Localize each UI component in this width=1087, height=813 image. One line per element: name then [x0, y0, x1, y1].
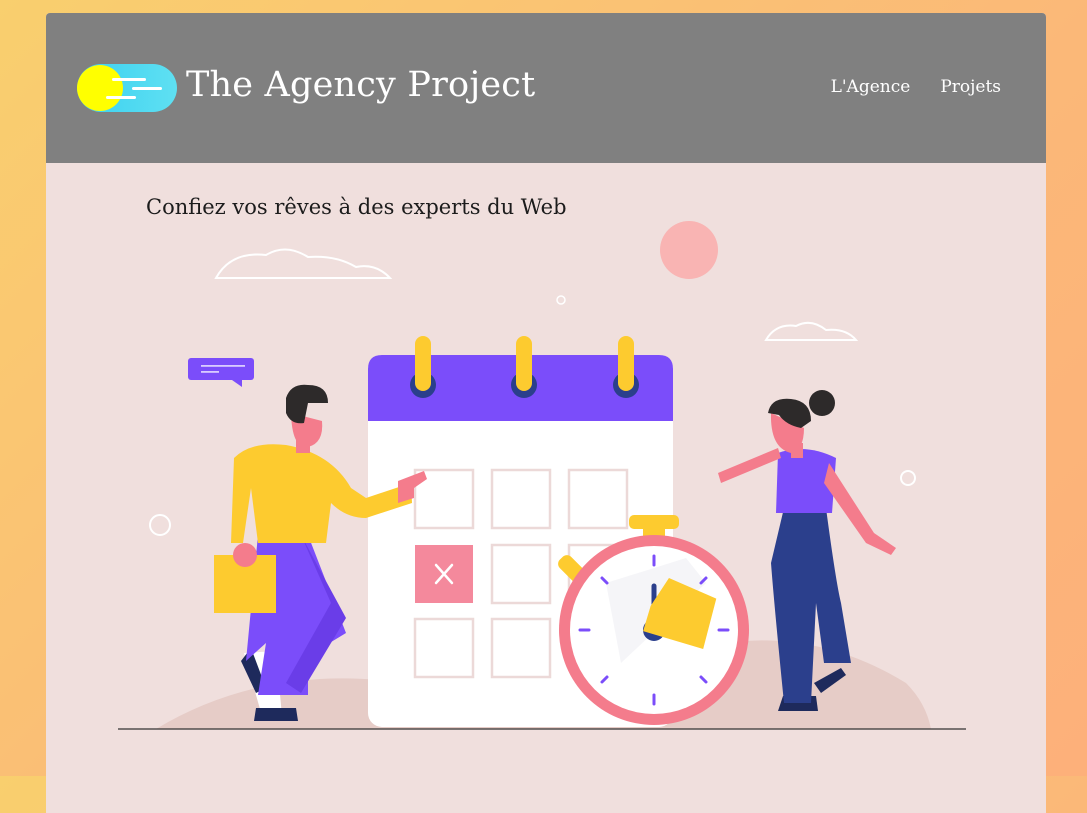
chat-bubble-icon [188, 358, 254, 387]
small-circle [556, 295, 566, 305]
cloud-left [214, 248, 393, 279]
main-nav: L'Agence Projets [831, 77, 1001, 97]
circle-left [149, 514, 171, 536]
circle-right [900, 470, 916, 486]
main-content: Confiez vos rêves à des experts du Web [46, 163, 1046, 813]
cloud-right [764, 321, 859, 341]
site-title[interactable]: The Agency Project [186, 65, 535, 105]
nav-link-projets[interactable]: Projets [940, 77, 1001, 97]
site-header: The Agency Project L'Agence Projets [46, 13, 1046, 163]
page-window: The Agency Project L'Agence Projets Conf… [46, 13, 1046, 813]
nav-link-agence[interactable]: L'Agence [831, 77, 911, 97]
logo-icon[interactable] [76, 63, 178, 113]
pink-circle [660, 221, 718, 279]
hero-illustration [118, 221, 966, 730]
